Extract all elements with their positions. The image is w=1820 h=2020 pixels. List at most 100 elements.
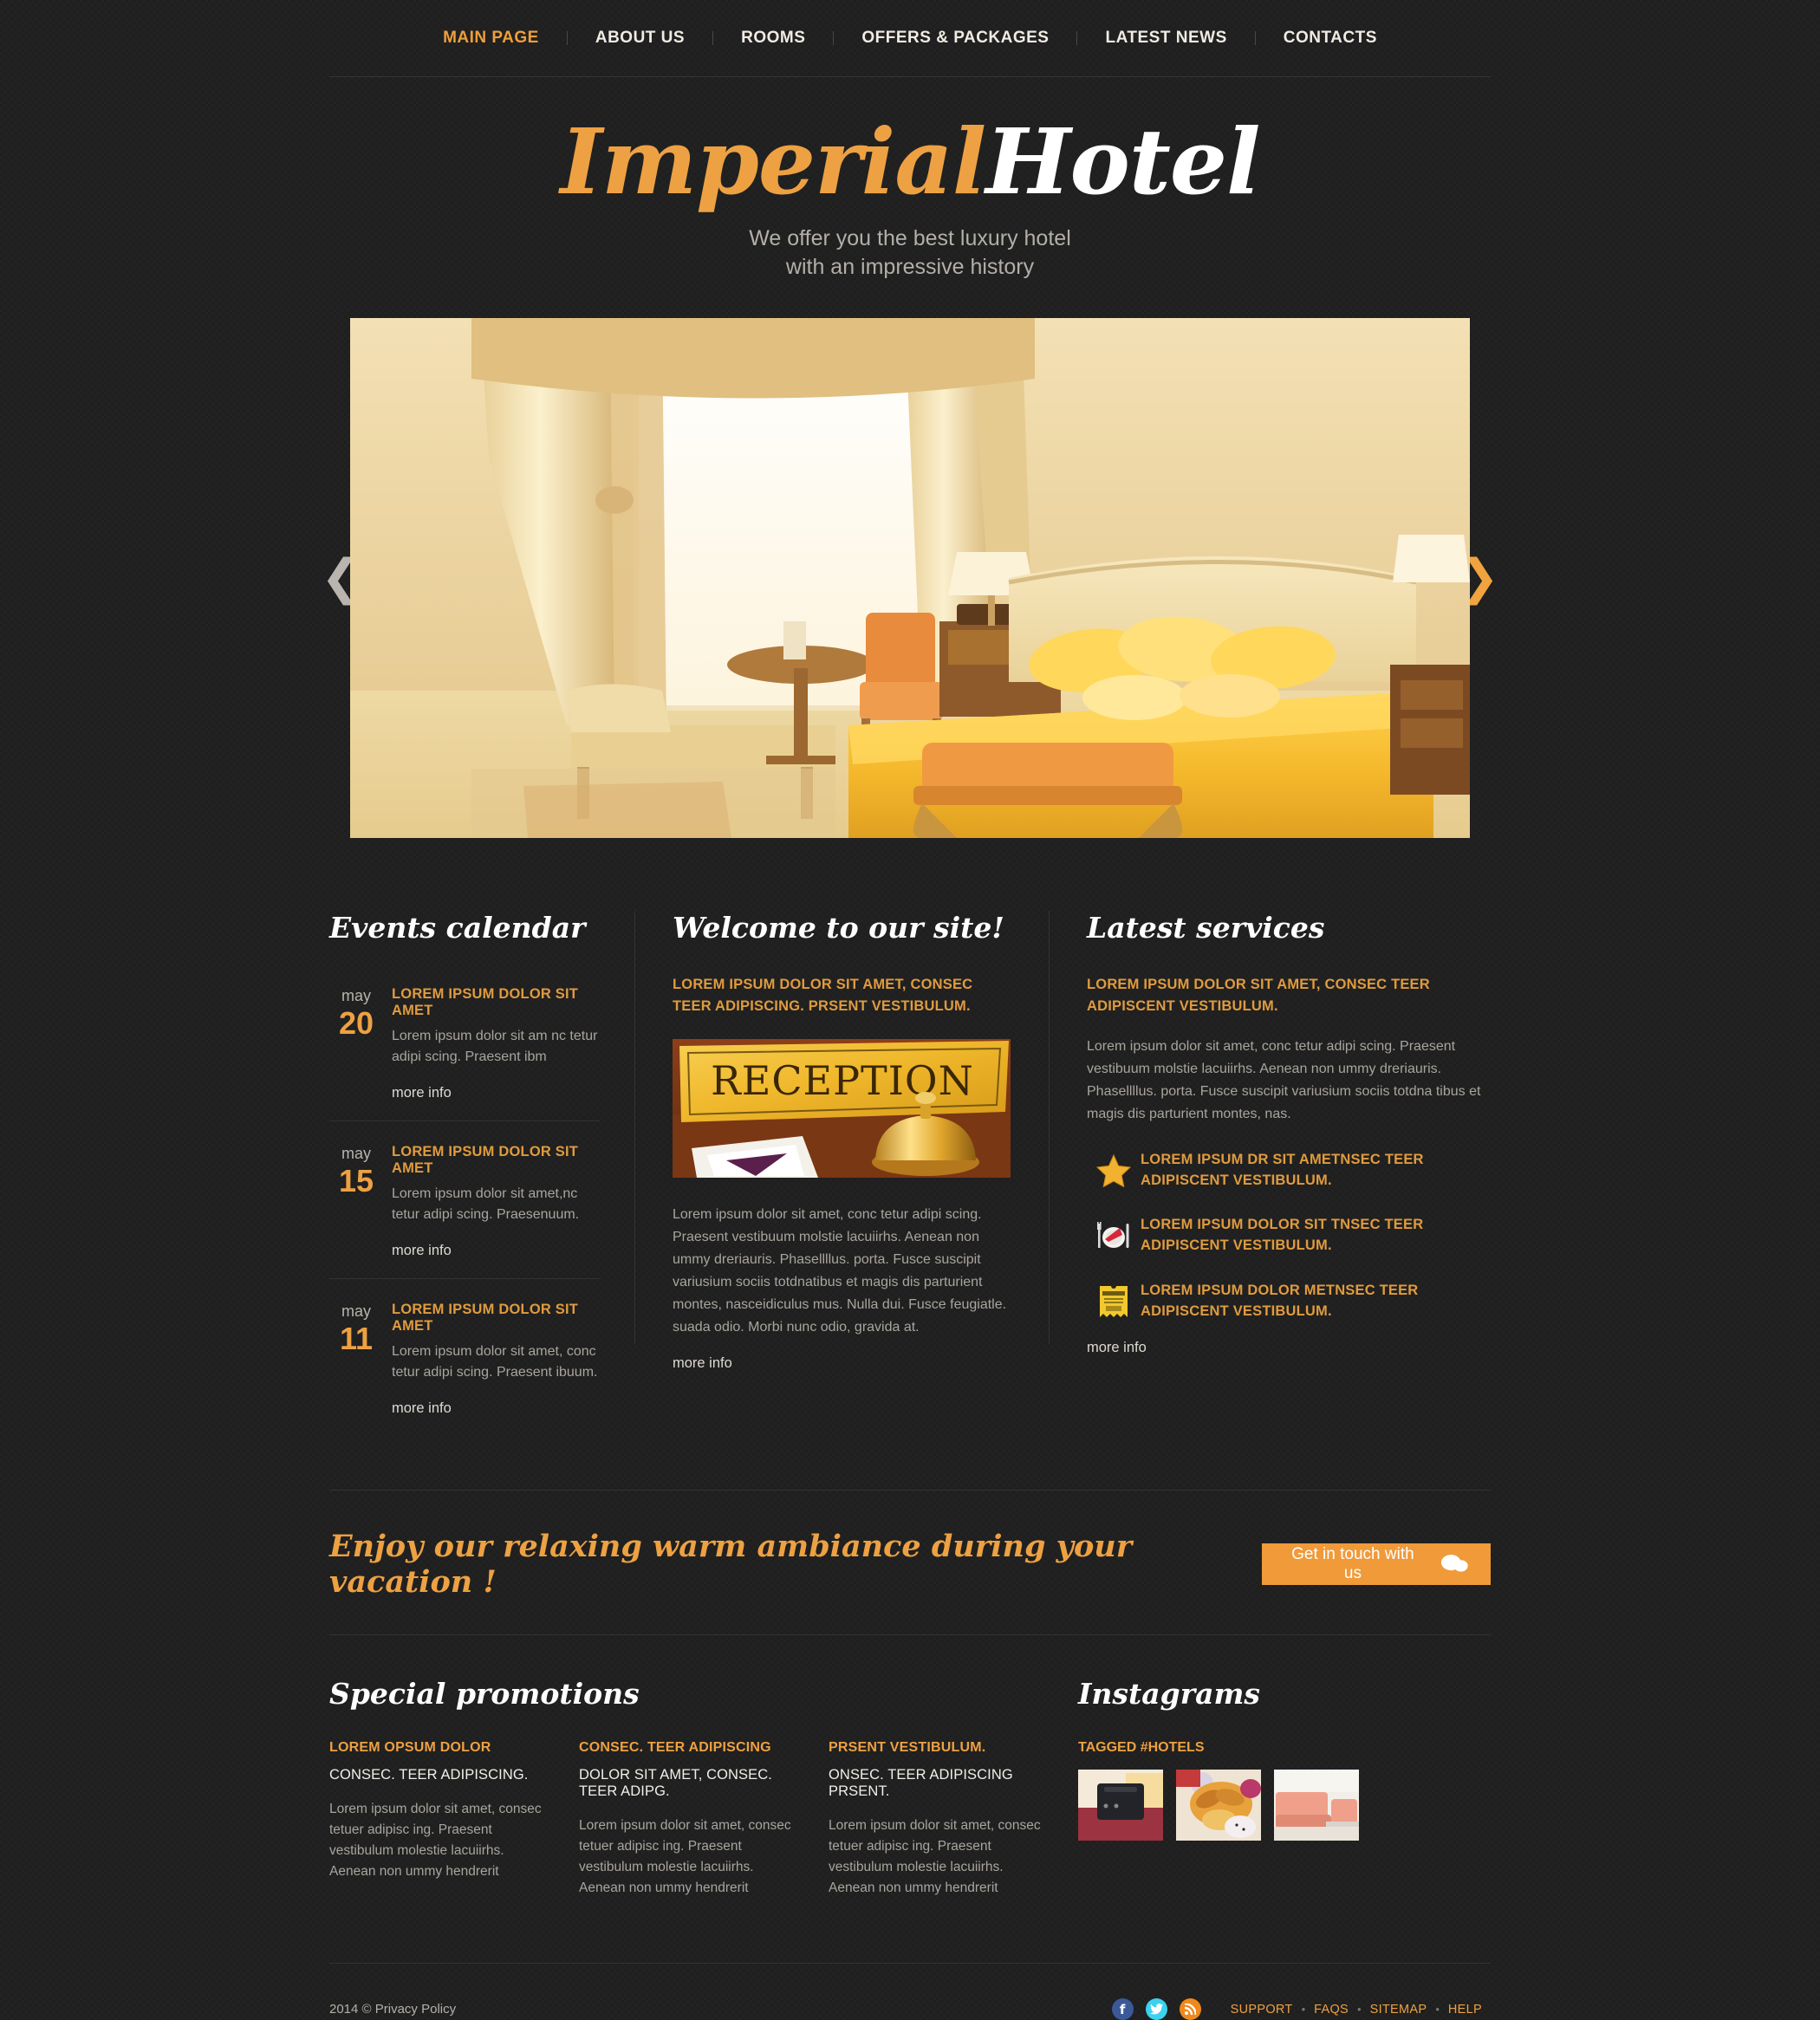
event-title[interactable]: LOREM IPSUM DOLOR SIT AMET bbox=[392, 986, 600, 1019]
promotion-text: Lorem ipsum dolor sit amet, consec tetue… bbox=[829, 1818, 1041, 1896]
event-month: may bbox=[341, 1302, 371, 1321]
rss-icon[interactable] bbox=[1179, 1998, 1201, 2020]
event-day: 20 bbox=[338, 1005, 374, 1042]
welcome-column: Welcome to our site! LOREM IPSUM DOLOR S… bbox=[634, 911, 1049, 1436]
events-calendar-column: Events calendar may 20 LOREM IPSUM DOLOR S… bbox=[329, 911, 634, 1436]
rss-waves-glyph bbox=[1185, 2003, 1197, 2015]
event-item: may 15 LOREM IPSUM DOLOR SIT AMET Lorem ips… bbox=[329, 1120, 600, 1278]
instagram-thumbs bbox=[1078, 1770, 1491, 1841]
nav-item-offers-packages[interactable]: OFFERS & PACKAGES bbox=[834, 29, 1076, 48]
promotion-text: Lorem ipsum dolor sit amet, consec tetue… bbox=[329, 1802, 542, 1880]
event-date: may 15 bbox=[329, 1144, 383, 1259]
event-title[interactable]: LOREM IPSUM DOLOR SIT AMET bbox=[392, 1144, 600, 1177]
services-title: Latest services bbox=[1087, 911, 1325, 945]
site-tagline: We offer you the best luxury hotel with … bbox=[0, 224, 1820, 282]
event-item: may 20 LOREM IPSUM DOLOR SIT AMET Lorem ips… bbox=[329, 974, 600, 1120]
welcome-body: Lorem ipsum dolor sit amet, conc tetur a… bbox=[673, 1206, 1007, 1335]
site-logo[interactable]: ImperialHotel bbox=[0, 114, 1820, 209]
welcome-lead: LOREM IPSUM DOLOR SIT AMET, CONSEC TEER … bbox=[673, 977, 973, 1014]
nav-item-contacts[interactable]: CONTACTS bbox=[1256, 29, 1405, 48]
cta-headline: Enjoy our relaxing warm ambiance during … bbox=[329, 1529, 1133, 1601]
footer-right: f SUPPORT • FAQS • SITEMAP • HELP bbox=[1111, 1998, 1491, 2020]
footer-link-help[interactable]: HELP bbox=[1440, 2003, 1491, 2017]
copyright-text[interactable]: 2014 © Privacy Policy bbox=[329, 2002, 456, 2017]
twitter-bird-glyph bbox=[1149, 2004, 1163, 2015]
event-more-link[interactable]: more info bbox=[392, 1400, 452, 1417]
promotion-heading[interactable]: LOREM OPSUM DOLOR bbox=[329, 1740, 551, 1756]
content-columns: Events calendar may 20 LOREM IPSUM DOLOR S… bbox=[329, 911, 1491, 1436]
event-more-link[interactable]: more info bbox=[392, 1243, 452, 1259]
tagline-line-2: with an impressive history bbox=[785, 255, 1035, 280]
service-item[interactable]: LOREM IPSUM DOLOR SIT TNSEC TEER ADIPISC… bbox=[1087, 1215, 1491, 1257]
instagram-heading: TAGGED #HOTELS bbox=[1078, 1740, 1205, 1756]
promotion-heading[interactable]: PRSENT VESTIBULUM. bbox=[829, 1740, 1050, 1756]
footer-link-faqs[interactable]: FAQS bbox=[1305, 2003, 1357, 2017]
facebook-icon[interactable]: f bbox=[1111, 1998, 1134, 2020]
promotions-list: LOREM OPSUM DOLOR CONSEC. TEER ADIPISCING… bbox=[329, 1740, 1078, 1899]
promotion-subheading: CONSEC. TEER ADIPISCING. bbox=[329, 1767, 529, 1783]
event-month: may bbox=[341, 1145, 371, 1163]
welcome-title: Welcome to our site! bbox=[673, 911, 1004, 945]
vacation-ticket-icon bbox=[1087, 1283, 1141, 1320]
welcome-more-link[interactable]: more info bbox=[673, 1355, 732, 1372]
cta-banner: Enjoy our relaxing warm ambiance during … bbox=[329, 1491, 1491, 1634]
event-body: LOREM IPSUM DOLOR SIT AMET Lorem ipsum do… bbox=[383, 1302, 600, 1417]
event-text: Lorem ipsum dolor sit amet, conc tetur a… bbox=[392, 1344, 598, 1380]
slider-viewport[interactable] bbox=[350, 318, 1470, 839]
speech-bubbles-icon bbox=[1440, 1555, 1468, 1572]
nav-item-rooms[interactable]: ROOMS bbox=[713, 29, 833, 48]
event-date: may 11 bbox=[329, 1302, 383, 1417]
logo-word-secondary: Hotel bbox=[985, 108, 1260, 215]
service-item[interactable]: LOREM IPSUM DR SIT AMETNSEC TEER ADIPISC… bbox=[1087, 1150, 1491, 1192]
page-root: MAIN PAGE ABOUT US ROOMS OFFERS & PACKAGES L… bbox=[0, 0, 1820, 2020]
reception-image: RECEPTION bbox=[673, 1038, 1011, 1178]
footer-link-sitemap[interactable]: SITEMAP bbox=[1362, 2003, 1436, 2017]
logo-word-primary: Imperial bbox=[560, 108, 986, 215]
promotions-title: Special promotions bbox=[329, 1677, 640, 1711]
tagline-line-1: We offer you the best luxury hotel bbox=[749, 226, 1071, 251]
promotions-block: Special promotions LOREM OPSUM DOLOR CONS… bbox=[329, 1677, 1078, 1899]
instagram-thumb-suitcase[interactable] bbox=[1078, 1770, 1163, 1841]
services-lead: LOREM IPSUM DOLOR SIT AMET, CONSEC TEER … bbox=[1087, 977, 1430, 1014]
nav-list: MAIN PAGE ABOUT US ROOMS OFFERS & PACKAGES L… bbox=[415, 29, 1405, 48]
event-day: 15 bbox=[338, 1163, 374, 1199]
service-text: LOREM IPSUM DOLOR SIT TNSEC TEER ADIPISC… bbox=[1141, 1217, 1424, 1254]
event-more-link[interactable]: more info bbox=[392, 1085, 452, 1101]
promos-instagram-row: Special promotions LOREM OPSUM DOLOR CONS… bbox=[329, 1677, 1491, 1899]
footer-link-support[interactable]: SUPPORT bbox=[1222, 2003, 1302, 2017]
star-icon bbox=[1087, 1153, 1141, 1187]
nav-item-about-us[interactable]: ABOUT US bbox=[568, 29, 712, 48]
event-month: may bbox=[341, 987, 371, 1005]
nav-item-main-page[interactable]: MAIN PAGE bbox=[415, 29, 567, 48]
cta-bottom-divider bbox=[329, 1634, 1491, 1636]
site-footer: 2014 © Privacy Policy f SUPPORT • FAQS • SIT… bbox=[329, 1964, 1491, 2020]
instagram-title: Instagrams bbox=[1078, 1677, 1260, 1711]
instagram-thumb-breakfast[interactable] bbox=[1176, 1770, 1261, 1841]
get-in-touch-label: Get in touch with us bbox=[1291, 1545, 1414, 1583]
latest-services-column: Latest services LOREM IPSUM DOLOR SIT AM… bbox=[1049, 911, 1491, 1436]
hero-image bbox=[350, 318, 1470, 839]
service-item[interactable]: LOREM IPSUM DOLOR METNSEC TEER ADIPISCEN… bbox=[1087, 1281, 1491, 1322]
dining-plate-icon bbox=[1087, 1218, 1141, 1253]
instagram-thumb-lounge[interactable] bbox=[1274, 1770, 1359, 1841]
site-header: ImperialHotel We offer you the best luxu… bbox=[0, 77, 1820, 282]
services-body: Lorem ipsum dolor sit amet, conc tetur a… bbox=[1087, 1038, 1481, 1121]
event-title[interactable]: LOREM IPSUM DOLOR SIT AMET bbox=[392, 1302, 600, 1335]
event-body: LOREM IPSUM DOLOR SIT AMET Lorem ipsum do… bbox=[383, 986, 600, 1101]
main-navigation: MAIN PAGE ABOUT US ROOMS OFFERS & PACKAGES L… bbox=[0, 0, 1820, 76]
services-list: LOREM IPSUM DR SIT AMETNSEC TEER ADIPISC… bbox=[1087, 1150, 1491, 1323]
event-date: may 20 bbox=[329, 986, 383, 1101]
events-title: Events calendar bbox=[329, 911, 586, 945]
column-divider-right bbox=[1049, 911, 1050, 1345]
get-in-touch-button[interactable]: Get in touch with us bbox=[1262, 1543, 1491, 1586]
event-text: Lorem ipsum dolor sit amet,nc tetur adip… bbox=[392, 1186, 580, 1223]
promotion-subheading: ONSEC. TEER ADIPISCING PRSENT. bbox=[829, 1767, 1013, 1800]
footer-links: SUPPORT • FAQS • SITEMAP • HELP bbox=[1222, 2003, 1491, 2017]
services-more-link[interactable]: more info bbox=[1087, 1340, 1147, 1356]
nav-item-latest-news[interactable]: LATEST NEWS bbox=[1077, 29, 1254, 48]
promotion-heading[interactable]: CONSEC. TEER ADIPISCING bbox=[579, 1740, 801, 1756]
column-divider-left bbox=[634, 911, 635, 1345]
hero-slider: ❮ ❯ bbox=[0, 318, 1820, 839]
promotion-item: CONSEC. TEER ADIPISCING DOLOR SIT AMET, C… bbox=[579, 1740, 829, 1899]
twitter-icon[interactable] bbox=[1145, 1998, 1167, 2020]
